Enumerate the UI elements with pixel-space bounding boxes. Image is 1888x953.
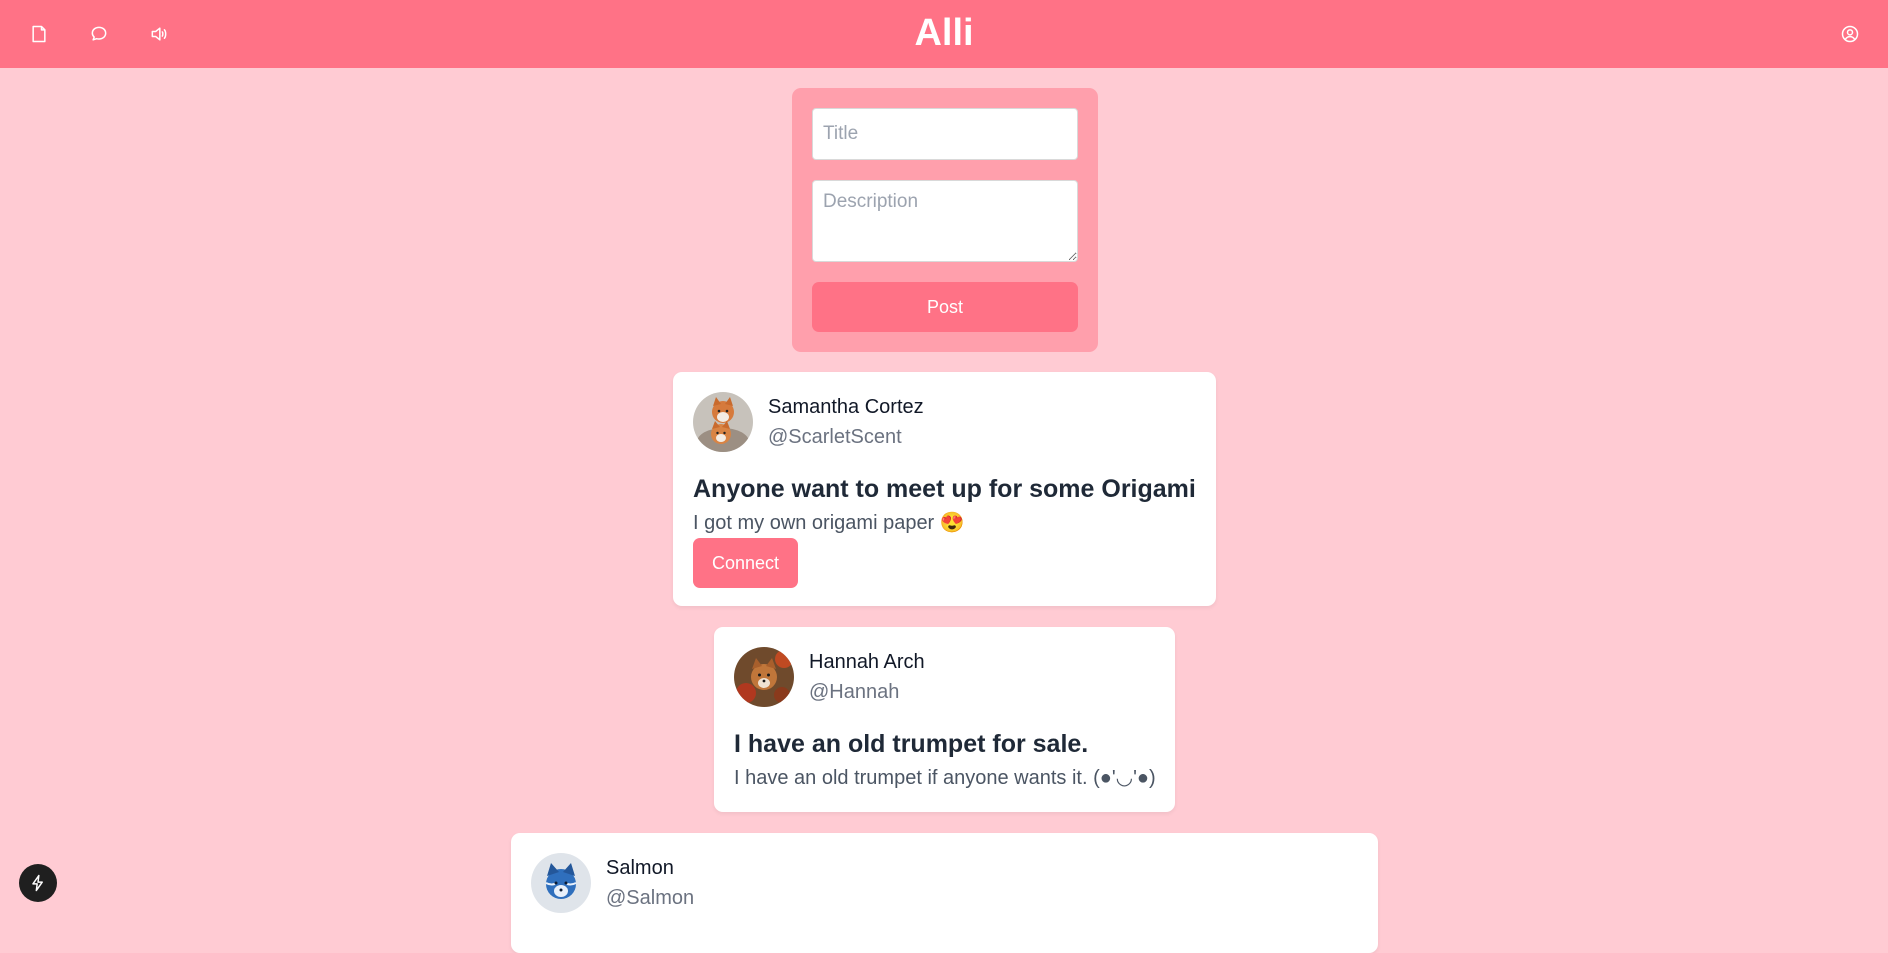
avatar[interactable] (734, 647, 794, 707)
author-name[interactable]: Hannah Arch (809, 651, 925, 674)
avatar[interactable] (531, 853, 591, 913)
app-title: Alli (914, 12, 974, 54)
post-title: Anyone want to meet up for some Origami (693, 475, 1196, 503)
post-description: I got my own origami paper 😍 (693, 512, 965, 534)
post-title: I have an old trumpet for sale. (734, 730, 1089, 758)
avatar[interactable] (693, 392, 753, 452)
post-card: Samantha Cortez @ScarletScent Anyone wan… (673, 372, 1216, 606)
post-button[interactable]: Post (812, 282, 1078, 332)
author-handle[interactable]: @ScarletScent (768, 426, 902, 449)
author-handle[interactable]: @Hannah (809, 681, 899, 704)
author-name[interactable]: Samantha Cortez (768, 396, 924, 419)
new-post-form: Post (792, 88, 1098, 352)
description-input[interactable] (812, 180, 1078, 262)
lightning-icon (32, 874, 43, 892)
user-circle-icon[interactable] (1836, 20, 1864, 48)
post-card: Hannah Arch @Hannah I have an old trumpe… (714, 627, 1175, 812)
post-description: I have an old trumpet if anyone wants it… (734, 767, 1156, 789)
author-name[interactable]: Salmon (606, 857, 674, 880)
author-handle[interactable]: @Salmon (606, 887, 694, 910)
top-navigation-bar: Alli (0, 0, 1888, 68)
post-card: Salmon @Salmon (511, 833, 1378, 953)
quick-action-button[interactable] (19, 864, 57, 902)
connect-button[interactable]: Connect (693, 538, 798, 588)
title-input[interactable] (812, 108, 1078, 160)
